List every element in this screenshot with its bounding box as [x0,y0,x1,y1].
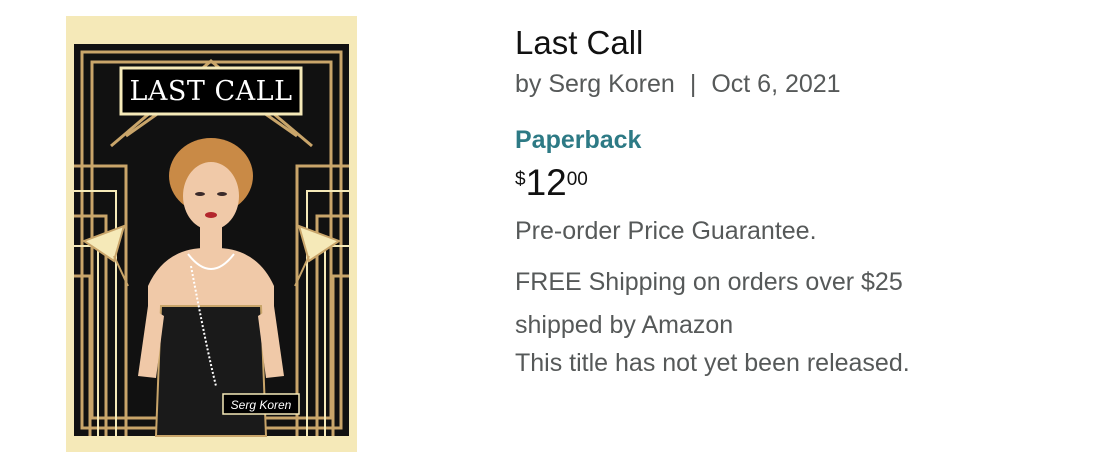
format-link-paperback[interactable]: Paperback [515,126,641,155]
author-text: by Serg Koren [515,70,675,98]
cover-author-text: Serg Koren [231,398,292,412]
shipped-by: shipped by Amazon [515,311,734,339]
preorder-guarantee-note: Pre-order Price Guarantee. [515,217,817,245]
price[interactable]: $1200 [515,164,588,201]
release-status-note: This title has not yet been released. [515,349,910,377]
price-whole: 12 [525,162,567,203]
shipping-info: FREE Shipping on orders over $25 [515,268,903,296]
byline-separator: | [689,70,697,98]
book-cover-image[interactable]: LAST CALL Serg Koren [66,16,357,452]
price-symbol: $ [515,169,526,190]
publication-date: Oct 6, 2021 [711,70,841,98]
price-fraction: 00 [566,169,588,190]
product-title[interactable]: Last Call [515,24,643,62]
byline: by Serg Koren | Oct 6, 2021 [515,70,841,99]
book-cover-art: LAST CALL Serg Koren [66,16,357,452]
cover-title-text: LAST CALL [129,76,292,107]
